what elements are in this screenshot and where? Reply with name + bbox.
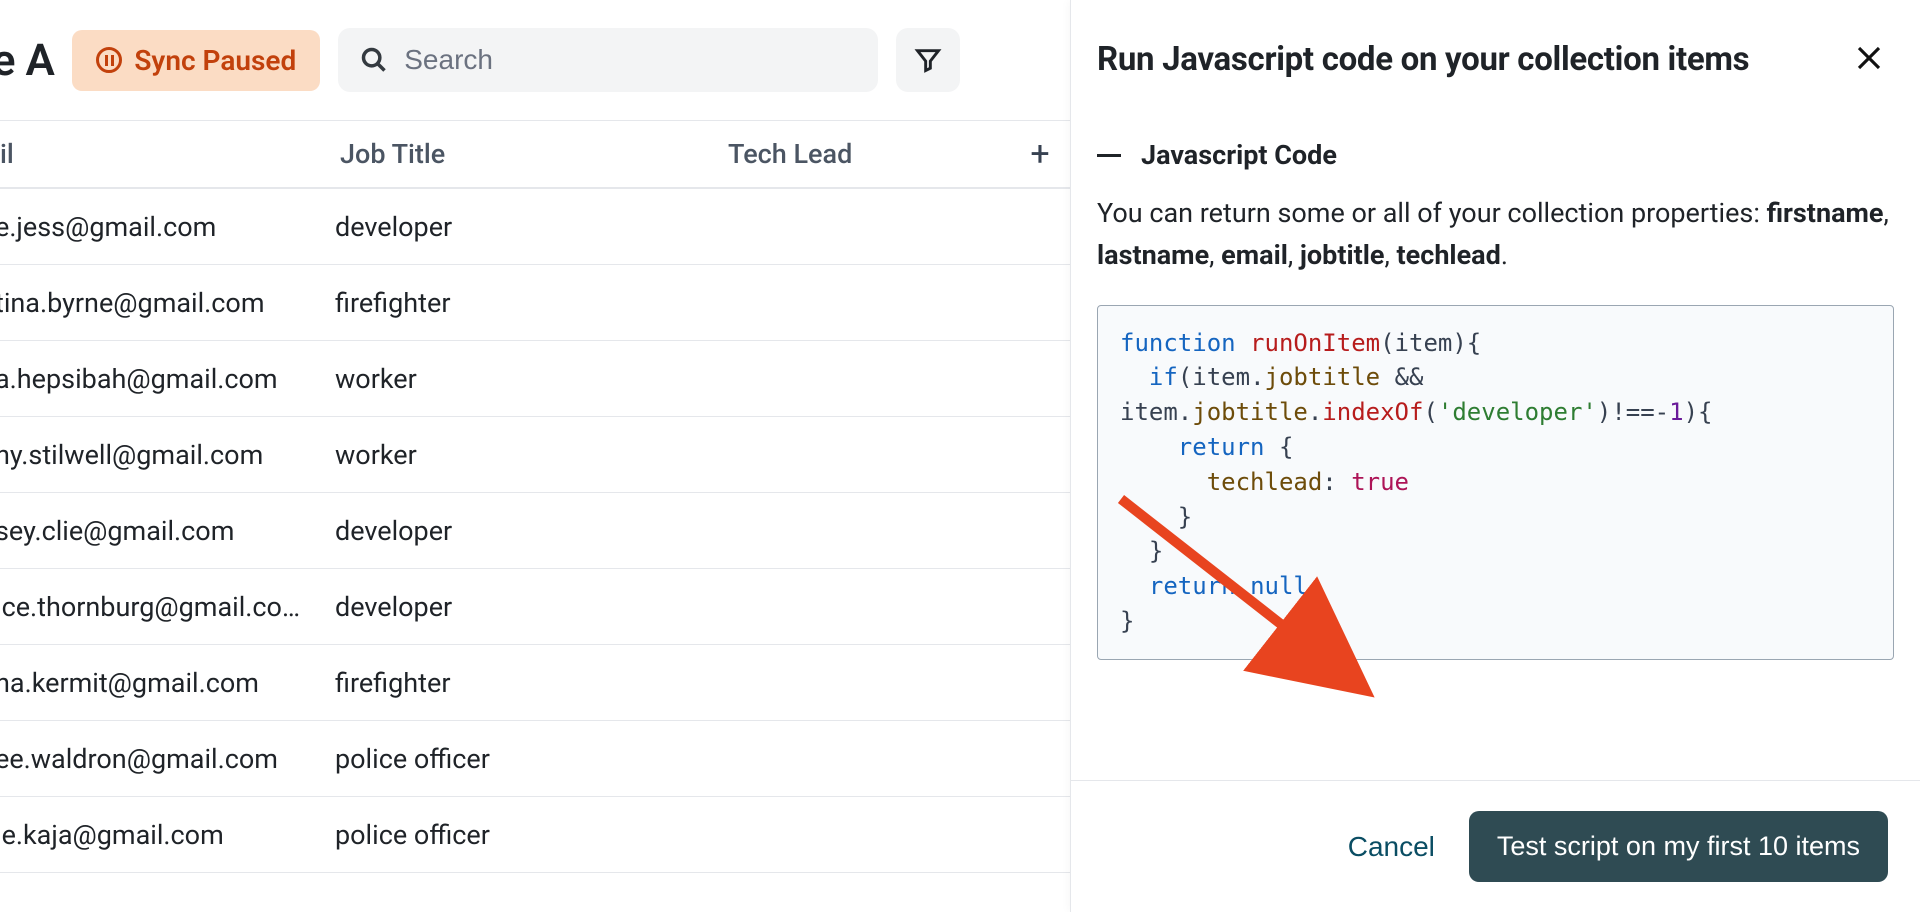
panel-body: Javascript Code You can return some or a… — [1071, 99, 1920, 780]
sync-status-badge[interactable]: Sync Paused — [72, 30, 320, 91]
close-panel-button[interactable] — [1854, 43, 1884, 77]
cell-email[interactable]: ie.kaja@gmail.com — [0, 819, 335, 851]
table-row[interactable]: ie.kaja@gmail.compolice officer — [0, 797, 1070, 873]
close-icon — [1854, 43, 1884, 73]
add-column-button[interactable]: + — [1010, 134, 1070, 174]
cell-email[interactable]: ny.stilwell@gmail.com — [0, 439, 335, 471]
collapse-icon — [1097, 154, 1121, 157]
table-header: il Job Title Tech Lead + — [0, 121, 1070, 189]
cell-jobtitle[interactable]: police officer — [335, 743, 723, 775]
cell-jobtitle[interactable]: developer — [335, 211, 723, 243]
cell-jobtitle[interactable]: police officer — [335, 819, 723, 851]
cancel-button[interactable]: Cancel — [1348, 831, 1435, 863]
table-row[interactable]: sey.clie@gmail.comdeveloper — [0, 493, 1070, 569]
main-area: ile A Sync Paused il Job Title Tech Lead… — [0, 0, 1070, 912]
file-title: ile A — [0, 34, 54, 86]
cell-jobtitle[interactable]: worker — [335, 363, 723, 395]
section-title: Javascript Code — [1141, 139, 1337, 171]
code-editor[interactable]: function runOnItem(item){ if(item.jobtit… — [1097, 305, 1894, 660]
column-email[interactable]: il — [0, 138, 340, 170]
section-header[interactable]: Javascript Code — [1097, 139, 1894, 171]
table-row[interactable]: ee.waldron@gmail.compolice officer — [0, 721, 1070, 797]
cell-email[interactable]: sey.clie@gmail.com — [0, 515, 335, 547]
panel-description: You can return some or all of your colle… — [1097, 193, 1894, 277]
pause-icon — [96, 47, 122, 73]
search-input-wrap[interactable] — [338, 28, 878, 92]
search-input[interactable] — [404, 44, 856, 76]
cell-email[interactable]: ice.thornburg@gmail.co… — [0, 591, 335, 623]
table-row[interactable]: na.kermit@gmail.comfirefighter — [0, 645, 1070, 721]
cell-jobtitle[interactable]: firefighter — [335, 667, 723, 699]
data-table: il Job Title Tech Lead + e.jess@gmail.co… — [0, 120, 1070, 912]
cell-email[interactable]: e.jess@gmail.com — [0, 211, 335, 243]
column-jobtitle[interactable]: Job Title — [340, 138, 728, 170]
funnel-icon — [914, 46, 942, 74]
cell-jobtitle[interactable]: developer — [335, 515, 723, 547]
table-row[interactable]: ice.thornburg@gmail.co…developer — [0, 569, 1070, 645]
table-row[interactable]: a.hepsibah@gmail.comworker — [0, 341, 1070, 417]
cell-email[interactable]: ee.waldron@gmail.com — [0, 743, 335, 775]
sync-status-label: Sync Paused — [134, 44, 296, 77]
filter-button[interactable] — [896, 28, 960, 92]
table-row[interactable]: e.jess@gmail.comdeveloper — [0, 189, 1070, 265]
table-row[interactable]: ny.stilwell@gmail.comworker — [0, 417, 1070, 493]
test-script-button[interactable]: Test script on my first 10 items — [1469, 811, 1888, 882]
cell-email[interactable]: tina.byrne@gmail.com — [0, 287, 335, 319]
cell-jobtitle[interactable]: worker — [335, 439, 723, 471]
panel-title: Run Javascript code on your collection i… — [1097, 40, 1749, 79]
cell-jobtitle[interactable]: developer — [335, 591, 723, 623]
search-icon — [360, 46, 388, 74]
toolbar: ile A Sync Paused — [0, 0, 1070, 120]
cell-email[interactable]: a.hepsibah@gmail.com — [0, 363, 335, 395]
column-techlead[interactable]: Tech Lead — [728, 138, 1010, 170]
table-row[interactable]: tina.byrne@gmail.comfirefighter — [0, 265, 1070, 341]
cell-jobtitle[interactable]: firefighter — [335, 287, 723, 319]
panel-footer: Cancel Test script on my first 10 items — [1071, 780, 1920, 912]
cell-email[interactable]: na.kermit@gmail.com — [0, 667, 335, 699]
side-panel: Run Javascript code on your collection i… — [1070, 0, 1920, 912]
panel-header: Run Javascript code on your collection i… — [1071, 0, 1920, 99]
